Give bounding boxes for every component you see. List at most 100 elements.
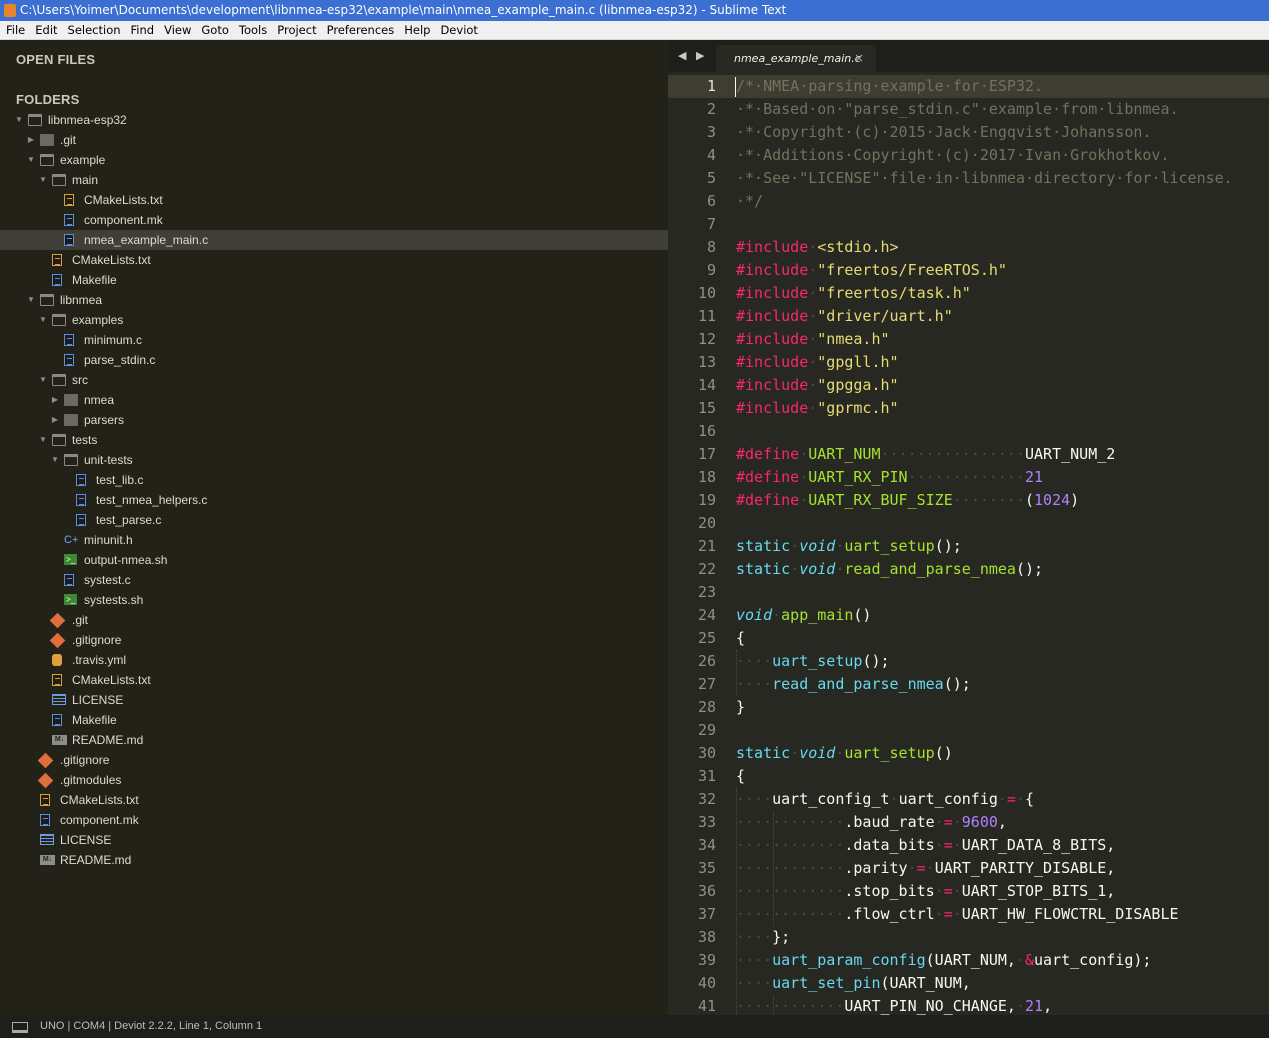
tree-item[interactable]: ▼ examples xyxy=(0,310,668,330)
disclosure-closed-icon[interactable]: ▶ xyxy=(50,390,60,410)
folder-icon xyxy=(64,394,78,406)
code-token: ············ xyxy=(736,905,845,923)
disclosure-open-icon[interactable]: ▼ xyxy=(26,290,36,310)
tree-item[interactable]: CMakeLists.txt xyxy=(0,250,668,270)
menu-goto[interactable]: Goto xyxy=(197,21,235,39)
code-token: (); xyxy=(1015,560,1044,578)
line-number: 35 xyxy=(697,859,716,877)
disclosure-open-icon[interactable]: ▼ xyxy=(38,310,48,330)
code-token: · xyxy=(808,353,818,371)
tree-item[interactable]: .git xyxy=(0,610,668,630)
tree-item[interactable]: LICENSE xyxy=(0,690,668,710)
code-token: #include xyxy=(736,261,809,279)
tree-item[interactable]: M↓ README.md xyxy=(0,850,668,870)
tree-item[interactable]: ▼ libnmea-esp32 xyxy=(0,110,668,130)
menu-preferences[interactable]: Preferences xyxy=(323,21,401,39)
tab-nmea-example-main[interactable]: nmea_example_main.c × xyxy=(716,45,876,72)
menu-edit[interactable]: Edit xyxy=(31,21,63,39)
disclosure-open-icon[interactable]: ▼ xyxy=(38,170,48,190)
tree-item[interactable]: ▶ parsers xyxy=(0,410,668,430)
tree-item[interactable]: ▼ src xyxy=(0,370,668,390)
code-token: #include xyxy=(736,330,809,348)
tree-item[interactable]: ▼ main xyxy=(0,170,668,190)
code-line: #include·"driver/uart.h" xyxy=(736,305,1269,328)
code-token: { xyxy=(1025,790,1035,808)
tree-item[interactable]: C+ minunit.h xyxy=(0,530,668,550)
code-token: ········ xyxy=(952,491,1025,509)
tree-item[interactable]: ▶ .git xyxy=(0,130,668,150)
code-token: ·*·See·"LICENSE"·file·in·libnmea·directo… xyxy=(736,169,1233,187)
line-number: 22 xyxy=(697,560,716,578)
code-token: /*·NMEA·parsing·example·for·ESP32. xyxy=(736,77,1044,95)
tree-item[interactable]: ▼ tests xyxy=(0,430,668,450)
tree-item[interactable]: .gitmodules xyxy=(0,770,668,790)
tree-item[interactable]: ▼ unit-tests xyxy=(0,450,668,470)
close-icon[interactable]: × xyxy=(854,45,864,72)
menu-tools[interactable]: Tools xyxy=(235,21,273,39)
tree-item[interactable]: Makefile xyxy=(0,270,668,290)
tree-item[interactable]: >_ systests.sh xyxy=(0,590,668,610)
tab-label: nmea_example_main.c xyxy=(734,52,861,65)
disclosure-closed-icon[interactable]: ▶ xyxy=(26,130,36,150)
disclosure-open-icon[interactable]: ▼ xyxy=(26,150,36,170)
code-line: ····uart_setup(); xyxy=(736,650,1269,673)
tree-item[interactable]: .gitignore xyxy=(0,630,668,650)
tree-item[interactable]: test_nmea_helpers.c xyxy=(0,490,668,510)
tree-item[interactable]: ▼ example xyxy=(0,150,668,170)
menu-selection[interactable]: Selection xyxy=(64,21,127,39)
tree-item[interactable]: CMakeLists.txt xyxy=(0,190,668,210)
menu-find[interactable]: Find xyxy=(127,21,161,39)
disclosure-open-icon[interactable]: ▼ xyxy=(38,370,48,390)
tree-item[interactable]: component.mk xyxy=(0,810,668,830)
tree-item[interactable]: ▼ libnmea xyxy=(0,290,668,310)
tree-item[interactable]: .travis.yml xyxy=(0,650,668,670)
tree-item[interactable]: LICENSE xyxy=(0,830,668,850)
folder-open-icon xyxy=(40,294,54,306)
tree-item[interactable]: ▶ nmea xyxy=(0,390,668,410)
tree-item[interactable]: M↓ README.md xyxy=(0,730,668,750)
tree-item[interactable]: component.mk xyxy=(0,210,668,230)
code-token: #include xyxy=(736,284,809,302)
menu-file[interactable]: File xyxy=(2,21,31,39)
tree-item[interactable]: parse_stdin.c xyxy=(0,350,668,370)
disclosure-open-icon[interactable]: ▼ xyxy=(50,450,60,470)
line-number: 34 xyxy=(697,836,716,854)
code-token: 21 xyxy=(1025,997,1044,1015)
tree-item[interactable]: Makefile xyxy=(0,710,668,730)
tree-item[interactable]: test_lib.c xyxy=(0,470,668,490)
menu-view[interactable]: View xyxy=(160,21,197,39)
menu-deviot[interactable]: Deviot xyxy=(436,21,483,39)
console-toggle-icon[interactable] xyxy=(12,1022,28,1033)
code-token: <stdio.h> xyxy=(817,238,899,256)
tree-item-label: test_parse.c xyxy=(96,513,162,527)
tree-item[interactable]: >_ output-nmea.sh xyxy=(0,550,668,570)
code-line: ····}; xyxy=(736,926,1269,949)
code-token: · xyxy=(952,836,962,854)
tree-item[interactable]: nmea_example_main.c xyxy=(0,230,668,250)
code-line: ····read_and_parse_nmea(); xyxy=(736,673,1269,696)
tree-item[interactable]: CMakeLists.txt xyxy=(0,670,668,690)
tab-nav-arrows[interactable]: ◀ ▶ xyxy=(678,49,707,62)
text-file-icon xyxy=(64,194,74,206)
line-number: 27 xyxy=(697,675,716,693)
tree-item[interactable]: minimum.c xyxy=(0,330,668,350)
disclosure-open-icon[interactable]: ▼ xyxy=(14,110,24,130)
disclosure-open-icon[interactable]: ▼ xyxy=(38,430,48,450)
line-number: 40 xyxy=(697,974,716,992)
tree-item[interactable]: systest.c xyxy=(0,570,668,590)
tree-item[interactable]: .gitignore xyxy=(0,750,668,770)
tree-item-label: .gitignore xyxy=(72,633,122,647)
header-file-icon: C+ xyxy=(64,534,79,546)
tree-item[interactable]: test_parse.c xyxy=(0,510,668,530)
menu-help[interactable]: Help xyxy=(400,21,436,39)
tree-item[interactable]: CMakeLists.txt xyxy=(0,790,668,810)
code-token: ···· xyxy=(736,928,773,946)
line-number: 3 xyxy=(706,123,716,141)
code-editor[interactable]: 1 /*·NMEA·parsing·example·for·ESP32. 2 ·*·B… xyxy=(668,72,1269,1015)
code-line: ····uart_param_config(UART_NUM,·&uart_co… xyxy=(736,949,1269,972)
menu-project[interactable]: Project xyxy=(273,21,322,39)
code-line: #define·UART_RX_BUF_SIZE········(1024) xyxy=(736,489,1269,512)
code-line: #include·<stdio.h> xyxy=(736,236,1269,259)
line-number: 36 xyxy=(697,882,716,900)
disclosure-closed-icon[interactable]: ▶ xyxy=(50,410,60,430)
